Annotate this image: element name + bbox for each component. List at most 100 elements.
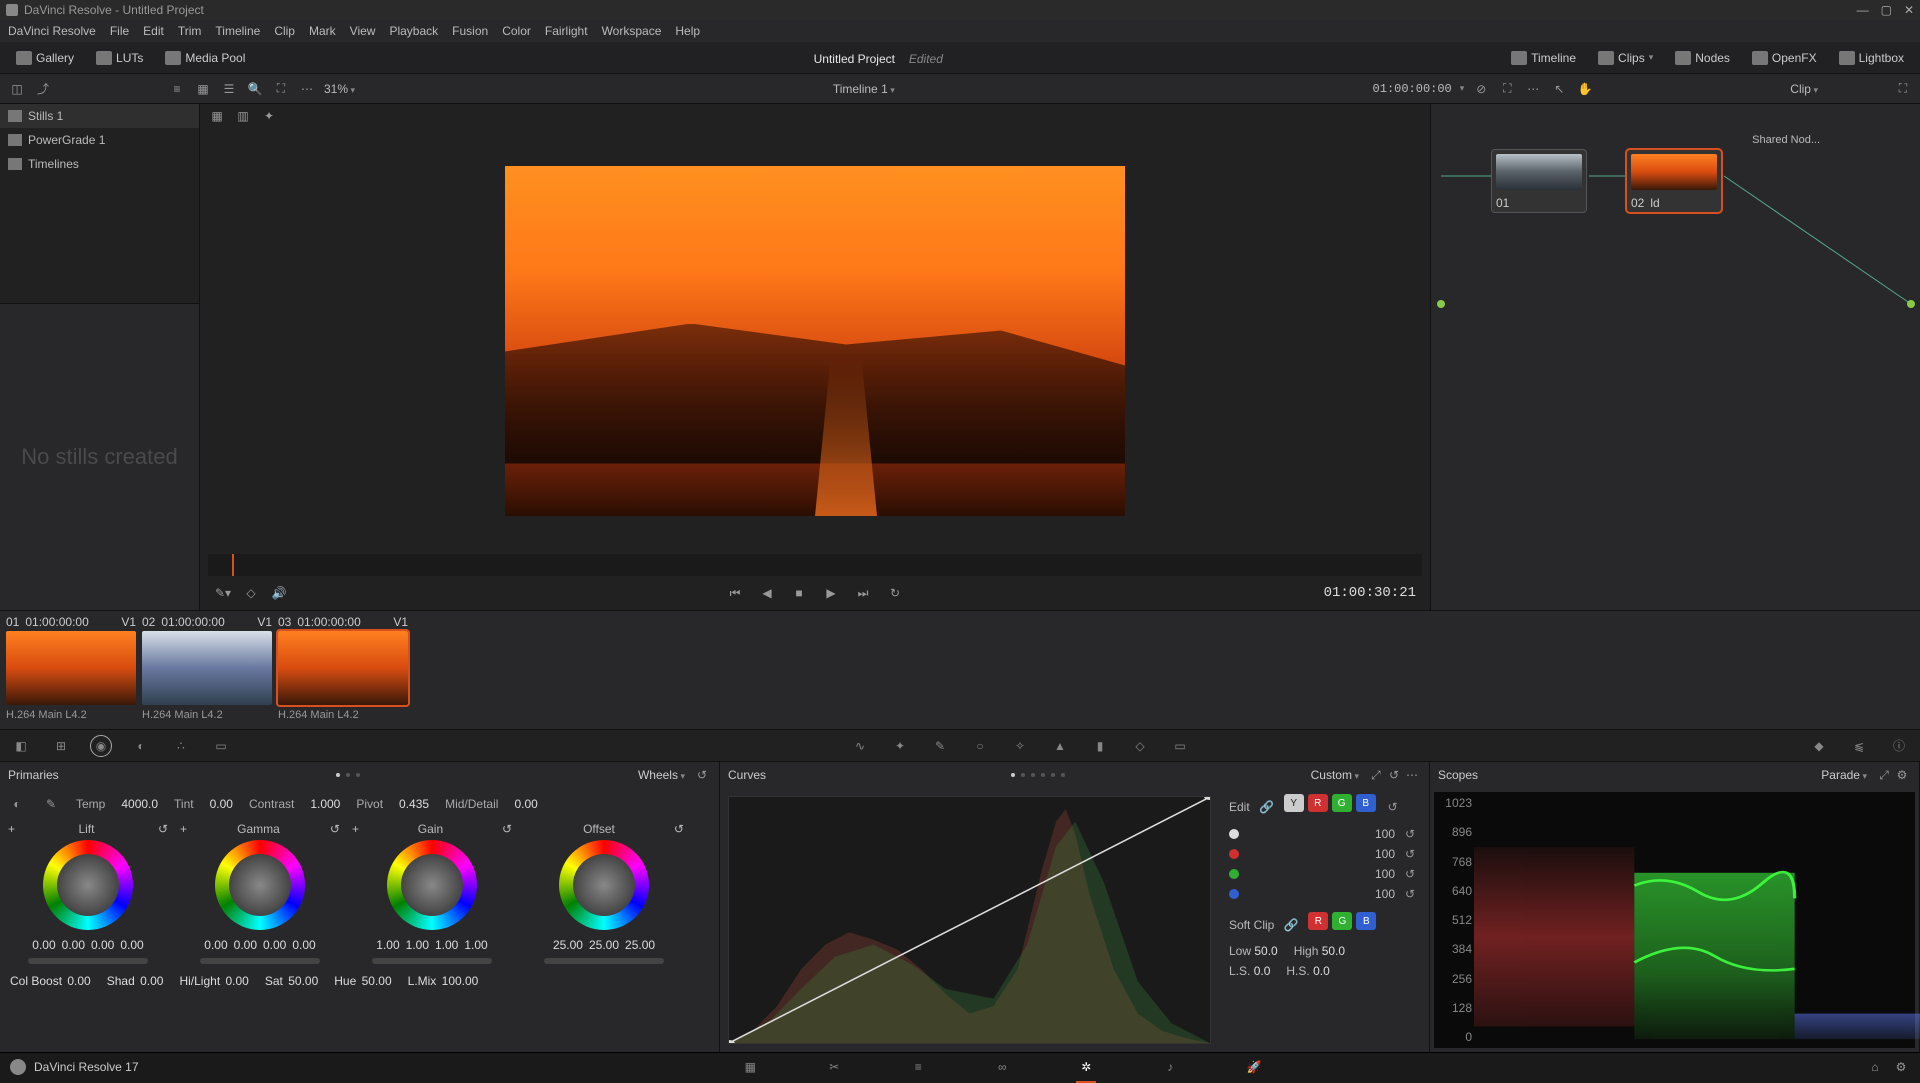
key-icon[interactable]: ◇ xyxy=(1129,735,1151,757)
picker-wb-icon[interactable]: ✎ xyxy=(42,796,60,812)
page-media[interactable]: ▦ xyxy=(738,1055,762,1079)
lift-master[interactable] xyxy=(28,958,148,964)
tree-stills[interactable]: Stills 1 xyxy=(0,104,199,128)
mediapool-button[interactable]: Media Pool xyxy=(159,49,251,67)
timeline-dropdown[interactable]: Timeline 1 xyxy=(833,82,895,96)
pivot-value[interactable]: 0.435 xyxy=(399,797,429,811)
blue-intensity[interactable]: 100 xyxy=(1375,887,1395,901)
hue-value[interactable]: 50.00 xyxy=(362,974,392,988)
contrast-value[interactable]: 1.000 xyxy=(310,797,340,811)
ls-value[interactable]: 0.0 xyxy=(1254,964,1271,978)
auto-balance-icon[interactable]: ◐ xyxy=(8,796,26,812)
page-cut[interactable]: ✂ xyxy=(822,1055,846,1079)
curve-editor[interactable] xyxy=(728,796,1211,1044)
window-icon[interactable]: ○ xyxy=(969,735,991,757)
prev-frame-button[interactable]: ◀ xyxy=(758,585,776,601)
loop-button[interactable]: ↻ xyxy=(886,585,904,601)
split-view-icon[interactable]: ▥ xyxy=(234,108,252,124)
red-reset-icon[interactable]: ↺ xyxy=(1401,846,1419,862)
menu-fusion[interactable]: Fusion xyxy=(452,24,488,38)
play-button[interactable]: ▶ xyxy=(822,585,840,601)
close-button[interactable]: ✕ xyxy=(1904,3,1914,17)
node-graph[interactable]: Shared Nod... 01 02ld xyxy=(1431,104,1920,610)
colboost-value[interactable]: 0.00 xyxy=(67,974,90,988)
reset-primaries-icon[interactable]: ↺ xyxy=(693,767,711,783)
qualifier-icon[interactable]: ✎ xyxy=(929,735,951,757)
clip-01[interactable]: 0101:00:00:00V1 H.264 Main L4.2 xyxy=(6,615,136,721)
audio-icon[interactable]: 🔊 xyxy=(270,585,288,601)
playhead[interactable] xyxy=(232,554,234,576)
menu-playback[interactable]: Playback xyxy=(389,24,438,38)
red-intensity[interactable]: 100 xyxy=(1375,847,1395,861)
gain-colorwheel[interactable] xyxy=(387,840,477,930)
page-edit[interactable]: ≡ xyxy=(906,1055,930,1079)
scopes-mode[interactable]: Parade xyxy=(1821,768,1867,782)
motion-effects-icon[interactable]: ▭ xyxy=(210,735,232,757)
menu-app[interactable]: DaVinci Resolve xyxy=(8,24,96,38)
menu-trim[interactable]: Trim xyxy=(178,24,202,38)
split-icon[interactable]: ◫ xyxy=(8,81,26,97)
lightbox-button[interactable]: Lightbox xyxy=(1833,49,1910,67)
menu-view[interactable]: View xyxy=(350,24,376,38)
keyframe-icon[interactable]: ◆ xyxy=(1808,735,1830,757)
blue-reset-icon[interactable]: ↺ xyxy=(1401,886,1419,902)
maximize-button[interactable]: ▢ xyxy=(1881,3,1892,17)
color-wheels-icon[interactable]: ◉ xyxy=(90,735,112,757)
openfx-button[interactable]: OpenFX xyxy=(1746,49,1823,67)
page-fusion[interactable]: ∞ xyxy=(990,1055,1014,1079)
node-expand-icon[interactable]: ⛶ xyxy=(1894,81,1912,97)
unmix-icon[interactable]: ◇ xyxy=(242,585,260,601)
edit-reset-icon[interactable]: ↺ xyxy=(1384,799,1402,815)
settings-icon[interactable]: ⚙ xyxy=(1892,1059,1910,1075)
offset-reset-icon[interactable]: ↺ xyxy=(674,822,684,836)
gamma-adjust-icon[interactable]: + xyxy=(180,822,187,836)
more2-icon[interactable]: ⋯ xyxy=(1524,81,1542,97)
menu-color[interactable]: Color xyxy=(502,24,531,38)
stop-button[interactable]: ■ xyxy=(790,585,808,601)
sc-b-button[interactable]: B xyxy=(1356,912,1376,930)
tree-timelines[interactable]: Timelines xyxy=(0,152,199,176)
curves-mode[interactable]: Custom xyxy=(1311,768,1359,782)
lift-colorwheel[interactable] xyxy=(43,840,133,930)
color-warper-icon[interactable]: ✦ xyxy=(889,735,911,757)
clips-button[interactable]: Clips▾ xyxy=(1592,49,1659,67)
tree-powergrade[interactable]: PowerGrade 1 xyxy=(0,128,199,152)
menu-workspace[interactable]: Workspace xyxy=(602,24,662,38)
gamma-master[interactable] xyxy=(200,958,320,964)
clip-02[interactable]: 0201:00:00:00V1 H.264 Main L4.2 xyxy=(142,615,272,721)
hs-value[interactable]: 0.0 xyxy=(1313,964,1330,978)
edit-y-button[interactable]: Y xyxy=(1284,794,1304,812)
page-color[interactable]: ✲ xyxy=(1074,1055,1098,1079)
hilight-value[interactable]: 0.00 xyxy=(226,974,249,988)
gallery-button[interactable]: Gallery xyxy=(10,49,80,67)
clip-03[interactable]: 0301:00:00:00V1 H.264 Main L4.2 xyxy=(278,615,408,721)
blur-icon[interactable]: ▮ xyxy=(1089,735,1111,757)
grid-icon[interactable]: ▦ xyxy=(194,81,212,97)
menu-clip[interactable]: Clip xyxy=(274,24,295,38)
shad-value[interactable]: 0.00 xyxy=(140,974,163,988)
node-01[interactable]: 01 xyxy=(1491,149,1587,213)
info-icon[interactable]: ⓘ xyxy=(1888,735,1910,757)
menu-mark[interactable]: Mark xyxy=(309,24,336,38)
last-frame-button[interactable]: ⏭ xyxy=(854,585,872,601)
curves-expand-icon[interactable]: ⤢ xyxy=(1367,767,1385,783)
sat-value[interactable]: 50.00 xyxy=(288,974,318,988)
gain-reset-icon[interactable]: ↺ xyxy=(502,822,512,836)
hand-icon[interactable]: ✋ xyxy=(1576,81,1594,97)
lift-reset-icon[interactable]: ↺ xyxy=(158,822,168,836)
scopes-settings-icon[interactable]: ⚙ xyxy=(1893,767,1911,783)
sort-icon[interactable]: ≡ xyxy=(168,81,186,97)
lmix-value[interactable]: 100.00 xyxy=(442,974,479,988)
menu-edit[interactable]: Edit xyxy=(143,24,164,38)
viewer-image[interactable] xyxy=(505,166,1125,516)
search-icon[interactable]: 🔍 xyxy=(246,81,264,97)
scopes-expand-icon[interactable]: ⤢ xyxy=(1875,767,1893,783)
menu-help[interactable]: Help xyxy=(675,24,700,38)
scopes-icon[interactable]: ⫹ xyxy=(1848,735,1870,757)
menu-file[interactable]: File xyxy=(110,24,129,38)
green-intensity[interactable]: 100 xyxy=(1375,867,1395,881)
gamma-colorwheel[interactable] xyxy=(215,840,305,930)
curves-more-icon[interactable]: ⋯ xyxy=(1403,767,1421,783)
lift-adjust-icon[interactable]: + xyxy=(8,822,15,836)
sc-g-button[interactable]: G xyxy=(1332,912,1352,930)
